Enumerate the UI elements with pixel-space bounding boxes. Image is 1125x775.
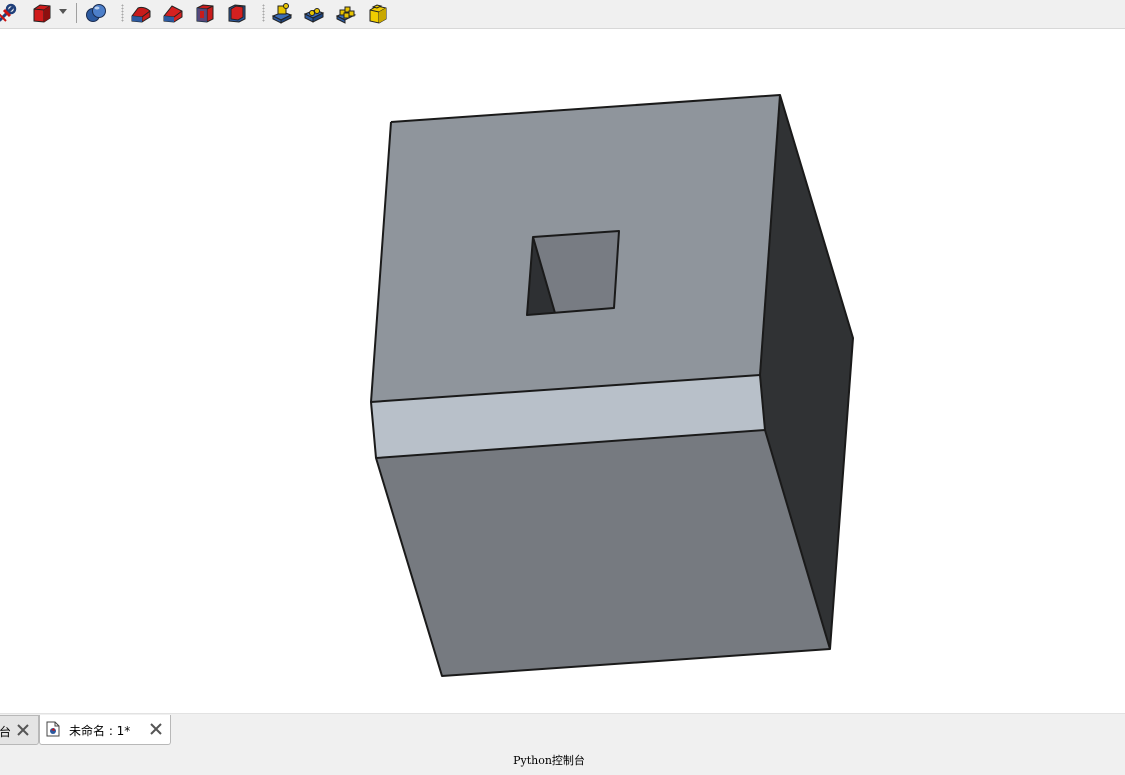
- tab-untitled-document[interactable]: 未命名 : 1*: [39, 715, 171, 745]
- tab-label: 未命名 : 1*: [69, 724, 131, 738]
- toolbar: [0, 0, 1125, 29]
- close-icon[interactable]: [147, 720, 165, 738]
- toolbar-separator: [76, 3, 77, 23]
- toolbar-grip: [121, 4, 124, 22]
- fillet-icon[interactable]: [130, 2, 152, 24]
- sketch-view-icon[interactable]: [303, 2, 325, 24]
- cube-front-face[interactable]: [376, 430, 830, 676]
- tab-previous-document[interactable]: 台: [0, 715, 39, 745]
- face-make-icon[interactable]: [194, 2, 216, 24]
- python-console-panel: Python控制台: [0, 747, 1125, 775]
- offset-icon[interactable]: [226, 2, 248, 24]
- tab-label-truncated: 台: [0, 725, 12, 739]
- link-icon[interactable]: [0, 2, 18, 24]
- sketch-attach-icon[interactable]: [271, 2, 293, 24]
- dropdown-arrow-icon[interactable]: [59, 9, 67, 14]
- part-box-icon[interactable]: [31, 2, 53, 24]
- part-cube-yellow-icon[interactable]: [367, 2, 389, 24]
- close-icon[interactable]: [14, 721, 32, 739]
- 3d-viewport[interactable]: [0, 29, 1125, 713]
- cube-model[interactable]: [0, 29, 1125, 713]
- toolbar-grip: [262, 4, 265, 22]
- python-console-title: Python控制台: [513, 754, 585, 767]
- document-tab-bar: 台 未命名 : 1*: [0, 713, 1125, 748]
- chamfer-icon[interactable]: [162, 2, 184, 24]
- document-icon: [46, 721, 60, 737]
- part-compound-icon[interactable]: [335, 2, 357, 24]
- boolean-union-icon[interactable]: [85, 2, 107, 24]
